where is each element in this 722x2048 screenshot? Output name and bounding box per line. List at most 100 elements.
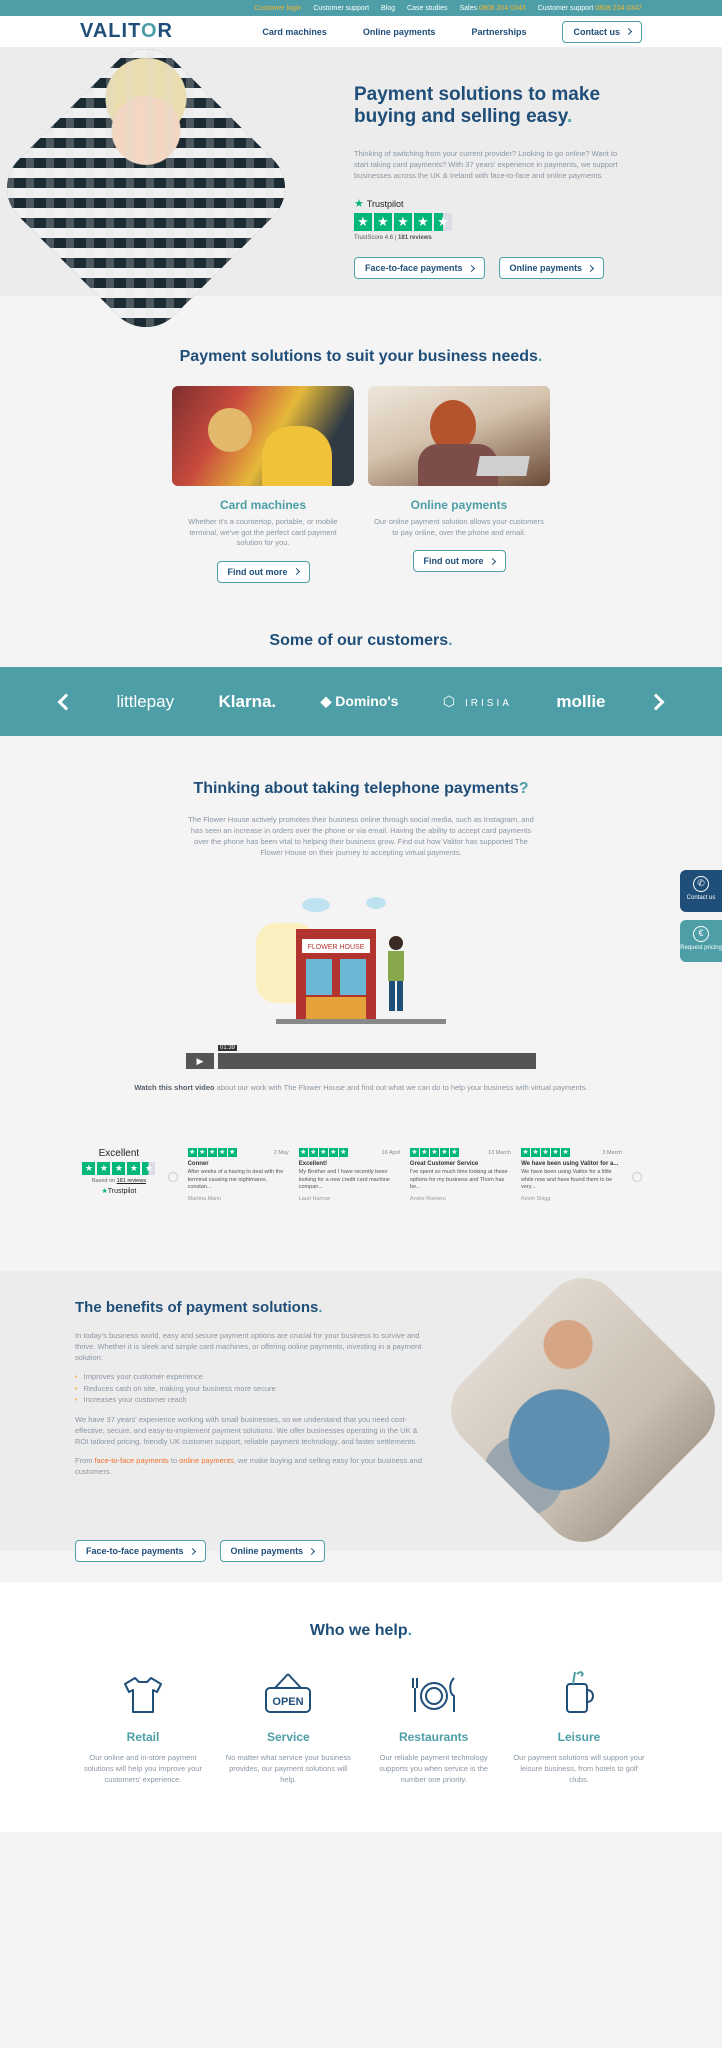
help-service[interactable]: OPEN Service No matter what service your… [220,1670,356,1785]
solutions-section: Payment solutions to suit your business … [0,348,722,583]
site-header: VALITOR Card machines Online payments Pa… [0,16,722,48]
star-icon: ★ [541,1148,551,1157]
shelf-background [0,32,302,344]
benefits-title-text: The benefits of payment solutions [75,1299,319,1316]
reviews-next-icon[interactable] [632,1172,642,1182]
help-retail[interactable]: Retail Our online and in-store payment s… [75,1670,211,1785]
nav-online-payments[interactable]: Online payments [363,27,436,37]
benefits-intro: In today's business world, easy and secu… [75,1331,422,1362]
video-progress[interactable]: 01:39 [218,1045,536,1069]
online-payments-card: Online payments Our online payment solut… [368,386,550,583]
help-leisure-text: Our payment solutions will support your … [513,1753,645,1784]
half-star-icon: ★ [142,1162,156,1175]
trustpilot-star-icon: ★ [354,198,364,210]
valitor-logo[interactable]: VALITOR [80,20,173,43]
video-player[interactable]: FLOWER HOUSE ▶ 01:39 [186,893,536,1069]
review-date: 13 March [488,1149,512,1156]
based-on-label: Based on [91,1178,116,1184]
help-retail-title: Retail [126,1730,160,1744]
chevron-right-icon [624,27,633,36]
nav-card-machines[interactable]: Card machines [262,27,327,37]
play-icon[interactable]: ▶ [186,1053,214,1069]
review-count: 181 reviews [398,235,432,241]
find-out-more-label: Find out more [227,566,288,577]
side-contact-tab[interactable]: ✆ Contact us [680,870,722,912]
review-date: 16 April [381,1149,400,1156]
star-icon: ★ [227,1148,237,1157]
contact-us-button[interactable]: Contact us [562,20,642,43]
online-payments-link[interactable]: online payments [179,1456,234,1465]
logo-text: VALIT [80,20,141,42]
find-out-more-label: Find out more [423,556,484,566]
cutlery-plate-icon [366,1670,502,1716]
benefits-buttons: Face-to-face payments Online payments [75,1540,326,1562]
review-body: We have been using Valitor for a little … [521,1169,613,1190]
support-phone[interactable]: Customer support 0808 204 0347 [538,5,642,12]
star-icon: ★ [439,1148,449,1157]
customer-support-link[interactable]: Customer support [313,5,369,12]
side-pricing-tab[interactable]: € Request pricing [680,920,722,962]
benefits-list: Improves your customer experience Reduce… [75,1371,427,1406]
solutions-title: Payment solutions to suit your business … [0,348,722,366]
shop-window [306,959,332,995]
based-on-count[interactable]: 181 reviews [117,1178,146,1184]
cloud [302,898,330,912]
star-icon: ★ [328,1148,338,1157]
help-retail-text: Our online and in-store payment solution… [84,1753,202,1784]
benefits-online-payments-button[interactable]: Online payments [219,1540,326,1562]
title-dot: . [407,1622,413,1639]
star-icon: ★ [394,213,412,231]
face-to-face-button[interactable]: Face-to-face payments [354,257,485,279]
chevron-right-icon [587,264,595,272]
review-card[interactable]: ★ ★ ★ ★ ★ 16 April Excellent! My Brother and … [298,1148,400,1202]
benefits-photo [434,1261,722,1559]
benefits-face-to-face-button[interactable]: Face-to-face payments [75,1540,206,1562]
star-icon: ★ [419,1148,429,1157]
hero-section: Payment solutions to make buying and sel… [0,32,722,344]
top-utility-bar: Customer login Customer support Blog Cas… [0,0,722,16]
face-to-face-link[interactable]: face-to-face payments [95,1456,169,1465]
card-machines-find-out-more-button[interactable]: Find out more [216,560,310,583]
help-leisure-title: Leisure [557,1730,601,1744]
help-service-title: Service [266,1730,310,1744]
review-author: Lauri Harrow [298,1195,331,1202]
review-card[interactable]: ★ ★ ★ ★ ★ 3 March We have been using Valitor … [521,1148,622,1202]
trustpilot-widget[interactable]: ★ Trustpilot ★ ★ ★ ★ ★ TrustScore 4.6 | 1… [354,197,624,241]
reviews-prev-icon[interactable] [167,1172,178,1182]
customer-login-link[interactable]: Customer login [254,5,301,12]
review-author: Andre Romero [409,1195,446,1202]
review-stars: ★ ★ ★ ★ ★ [521,1148,571,1157]
review-card[interactable]: ★ ★ ★ ★ ★ 2 May Conner After weeks of a havin… [187,1148,289,1202]
shirt-icon-svg [124,1677,162,1713]
sales-phone[interactable]: Sales 0808 204 0343 [460,5,526,12]
online-payments-button[interactable]: Online payments [498,257,605,279]
online-payments-find-out-more-button[interactable]: Find out more [412,550,506,572]
video-controls: ▶ 01:39 [186,1045,536,1069]
yellow-jacket [262,426,332,486]
dominos-logo: ◆ Domino's [321,693,399,710]
online-payments-label: Online payments [230,1546,304,1556]
shirt-icon [75,1670,211,1716]
carousel-prev-icon[interactable] [57,693,75,710]
dominos-text: Domino's [335,693,399,709]
chevron-right-icon [188,1547,196,1555]
help-title: Who we help. [0,1622,722,1640]
star-icon: ★ [97,1162,111,1175]
nav-partnerships[interactable]: Partnerships [471,27,526,37]
woman-head [389,936,403,950]
star-icon: ★ [187,1148,197,1157]
carousel-next-icon[interactable] [647,693,665,710]
blog-link[interactable]: Blog [381,5,395,12]
trustpilot-logo[interactable]: ★Trustpilot [80,1187,158,1195]
euro-icon: € [693,926,709,942]
case-studies-link[interactable]: Case studies [407,5,447,12]
drink-icon [511,1670,647,1716]
star-icon: ★ [551,1148,561,1157]
woman-leg [389,981,395,1011]
summary-stars: ★ ★ ★ ★ ★ [80,1162,158,1175]
review-card[interactable]: ★ ★ ★ ★ ★ 13 March Great Customer Service I'v… [409,1148,512,1202]
chevron-right-icon [308,1547,316,1555]
help-leisure[interactable]: Leisure Our payment solutions will suppo… [511,1670,647,1785]
star-icon: ★ [318,1148,328,1157]
help-restaurants[interactable]: Restaurants Our reliable payment technol… [366,1670,502,1785]
